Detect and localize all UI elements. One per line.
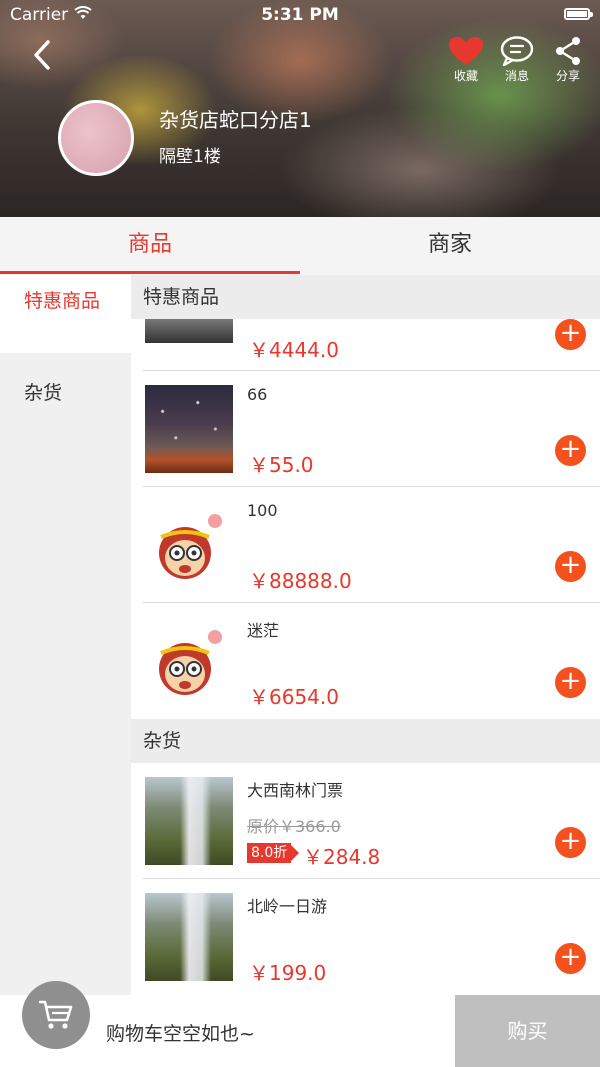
product-name: 66 <box>247 385 268 404</box>
store-name: 杂货店蛇口分店1 <box>159 108 312 132</box>
share-button[interactable]: 分享 <box>545 36 591 84</box>
cart-button[interactable] <box>22 981 90 1049</box>
product-image <box>145 501 233 589</box>
favorite-button[interactable]: 收藏 <box>443 36 489 84</box>
message-icon <box>500 36 534 66</box>
product-image <box>145 777 233 865</box>
tab-indicator <box>0 271 300 274</box>
tab-bar: 商品 商家 <box>0 217 600 275</box>
add-to-cart-button[interactable]: + <box>555 827 586 858</box>
status-bar: Carrier 5:31 PM <box>0 0 600 32</box>
tab-products[interactable]: 商品 <box>0 217 300 275</box>
tab-merchant[interactable]: 商家 <box>300 217 600 275</box>
product-name: 迷茫 <box>247 621 280 640</box>
original-price: 原价￥366.0 <box>247 817 341 836</box>
list-item[interactable]: 100 ￥88888.0 + <box>131 487 600 603</box>
product-price: ￥199.0 <box>249 961 327 985</box>
add-to-cart-button[interactable]: + <box>555 943 586 974</box>
store-avatar <box>58 100 134 176</box>
share-icon <box>556 37 580 65</box>
heart-icon <box>449 37 483 65</box>
product-price: ￥284.8 <box>303 845 381 869</box>
buy-button[interactable]: 购买 <box>455 995 600 1067</box>
product-name: 北岭一日游 <box>247 897 328 916</box>
cart-empty-text: 购物车空空如也~ <box>106 1023 255 1045</box>
add-to-cart-button[interactable]: + <box>555 551 586 582</box>
monkey-sticker-icon <box>159 630 222 695</box>
shopping-cart-icon <box>39 1000 73 1029</box>
add-to-cart-button[interactable]: + <box>555 435 586 466</box>
store-address: 隔壁1楼 <box>159 147 221 167</box>
product-price: ￥4444.0 <box>249 338 339 362</box>
back-button[interactable] <box>28 38 58 72</box>
sidebar-item-groceries[interactable]: 杂货 <box>0 381 131 405</box>
share-label: 分享 <box>555 69 580 83</box>
monkey-sticker-icon <box>159 514 222 579</box>
status-time: 5:31 PM <box>261 5 339 25</box>
product-image <box>145 617 233 705</box>
add-to-cart-button[interactable]: + <box>555 319 586 350</box>
list-item[interactable]: 66 ￥55.0 + <box>131 371 600 487</box>
product-price: ￥6654.0 <box>249 685 339 709</box>
product-image <box>145 385 233 473</box>
list-item[interactable]: 北岭一日游 ￥199.0 + <box>131 879 600 995</box>
section-header-groceries: 杂货 <box>131 719 600 763</box>
list-item[interactable]: 迷茫 ￥6654.0 + <box>131 603 600 719</box>
favorite-label: 收藏 <box>453 69 478 83</box>
message-label: 消息 <box>504 69 529 83</box>
category-sidebar: 特惠商品 杂货 <box>0 275 131 995</box>
add-to-cart-button[interactable]: + <box>555 667 586 698</box>
sidebar-item-deals[interactable]: 特惠商品 <box>0 275 131 353</box>
discount-badge: 8.0折 <box>247 843 300 863</box>
chevron-left-icon <box>34 40 50 70</box>
section-header-deals-sticky: 特惠商品 <box>131 275 600 319</box>
battery-icon <box>564 8 593 20</box>
product-image <box>145 893 233 981</box>
store-header: Carrier 5:31 PM 收藏 消息 分享 杂货店蛇口分店1 隔壁1楼 <box>0 0 600 217</box>
product-price: ￥55.0 <box>249 453 314 477</box>
message-button[interactable]: 消息 <box>494 36 540 84</box>
product-name: 大西南林门票 <box>247 781 344 800</box>
cart-bar: 购物车空空如也~ 购买 <box>0 981 600 1067</box>
list-item[interactable]: 大西南林门票 原价￥366.0 8.0折 ￥284.8 + <box>131 763 600 879</box>
product-list[interactable]: 特惠商品 ￥4444.0 + 特惠商品 66 ￥55.0 + <box>131 275 600 995</box>
product-name: 100 <box>247 501 278 520</box>
product-price: ￥88888.0 <box>249 569 352 593</box>
